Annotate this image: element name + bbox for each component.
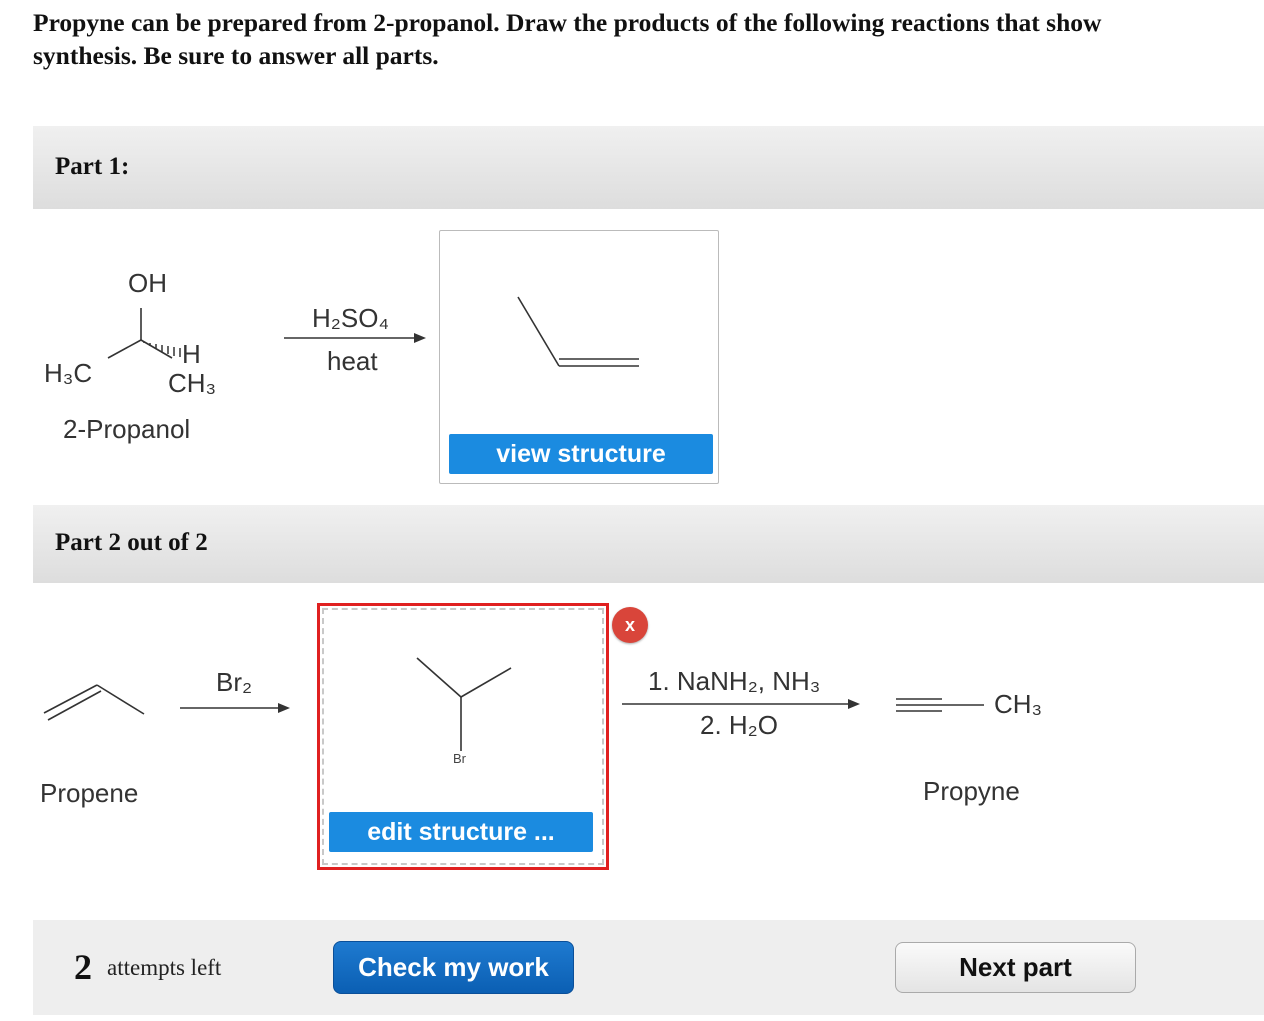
propene-name: Propene bbox=[40, 778, 139, 808]
attempts-count: 2 bbox=[74, 947, 92, 987]
product-ch3-label: CH₃ bbox=[994, 689, 1043, 719]
part2-header: Part 2 out of 2 bbox=[33, 505, 1264, 583]
part1-title: Part 1: bbox=[55, 153, 130, 180]
question-line-1: Propyne can be prepared from 2-propanol.… bbox=[33, 8, 1102, 37]
edit-structure-button[interactable]: edit structure ... bbox=[329, 812, 593, 852]
reagent-nanh2: 1. NaNH₂, NH₃ bbox=[648, 666, 821, 696]
oh-label: OH bbox=[128, 268, 167, 298]
ch3-label: CH₃ bbox=[168, 368, 217, 398]
hashed-wedge-bond bbox=[143, 342, 181, 357]
reagent-heat: heat bbox=[327, 346, 378, 376]
question-line-2: synthesis. Be sure to answer all parts. bbox=[33, 41, 439, 70]
reagent-br2: Br₂ bbox=[216, 667, 253, 697]
h-label: H bbox=[182, 339, 201, 369]
part2-answer-box[interactable]: Br edit structure ... bbox=[317, 603, 609, 870]
h3c-label: H₃C bbox=[44, 358, 93, 388]
reaction-arrow-2 bbox=[180, 703, 290, 713]
bromopropane-answer-structure bbox=[416, 657, 512, 751]
view-structure-button[interactable]: view structure bbox=[449, 434, 713, 474]
propyne-name: Propyne bbox=[923, 776, 1020, 806]
check-my-work-button[interactable]: Check my work bbox=[333, 941, 574, 994]
next-part-button[interactable]: Next part bbox=[895, 942, 1136, 993]
triple-bond-structure bbox=[896, 698, 984, 712]
error-icon[interactable]: x bbox=[612, 607, 648, 643]
part1-header: Part 1: bbox=[33, 126, 1264, 209]
bond-c-ch3-left bbox=[107, 339, 142, 359]
reagent-h2o: 2. H₂O bbox=[700, 710, 778, 740]
propanol-name: 2-Propanol bbox=[63, 414, 191, 444]
part1-answer-box[interactable]: view structure bbox=[439, 230, 719, 484]
part2-title: Part 2 out of 2 bbox=[55, 529, 208, 556]
br-atom-label: Br bbox=[453, 751, 466, 766]
reaction-arrow-1 bbox=[284, 333, 426, 343]
propene-structure bbox=[43, 684, 145, 721]
propene-answer-structure bbox=[517, 296, 639, 367]
question-text: Propyne can be prepared from 2-propanol.… bbox=[33, 6, 1264, 72]
attempts-label: attempts left bbox=[107, 955, 222, 980]
